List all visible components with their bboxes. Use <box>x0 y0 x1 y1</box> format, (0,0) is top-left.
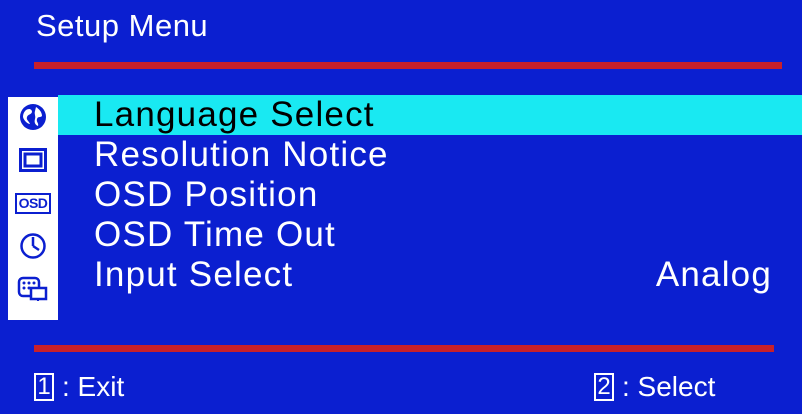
input-select-icon[interactable] <box>8 269 58 309</box>
osd-icon[interactable]: OSD <box>8 183 58 223</box>
menu-item-label: Input Select <box>94 255 294 294</box>
menu-item-input-select[interactable]: Input Select Analog <box>58 255 802 295</box>
select-hint: 2 : Select <box>594 370 715 404</box>
menu-item-language-select[interactable]: Language Select <box>58 95 802 135</box>
menu-item-osd-position[interactable]: OSD Position <box>58 175 802 215</box>
top-divider <box>34 62 782 69</box>
clock-icon[interactable] <box>8 226 58 266</box>
exit-label: : Exit <box>62 371 125 402</box>
icon-strip: OSD <box>8 97 58 320</box>
globe-icon[interactable] <box>8 97 58 137</box>
menu-item-label: Language Select <box>94 95 375 134</box>
menu-item-osd-time-out[interactable]: OSD Time Out <box>58 215 802 255</box>
menu-item-label: OSD Time Out <box>94 215 336 254</box>
menu-item-resolution-notice[interactable]: Resolution Notice <box>58 135 802 175</box>
setup-menu-list: Language Select Resolution Notice OSD Po… <box>58 95 802 295</box>
menu-title: Setup Menu <box>36 8 209 43</box>
menu-item-label: Resolution Notice <box>94 135 389 174</box>
key-1-icon: 1 <box>34 373 54 401</box>
monitor-icon[interactable] <box>8 140 58 180</box>
osd-icon-label: OSD <box>14 192 52 214</box>
key-2-icon: 2 <box>594 373 614 401</box>
exit-hint: 1 : Exit <box>34 370 124 404</box>
select-label: : Select <box>622 371 716 402</box>
bottom-divider <box>34 345 774 352</box>
menu-item-label: OSD Position <box>94 175 319 214</box>
input-select-value: Analog <box>655 255 772 294</box>
